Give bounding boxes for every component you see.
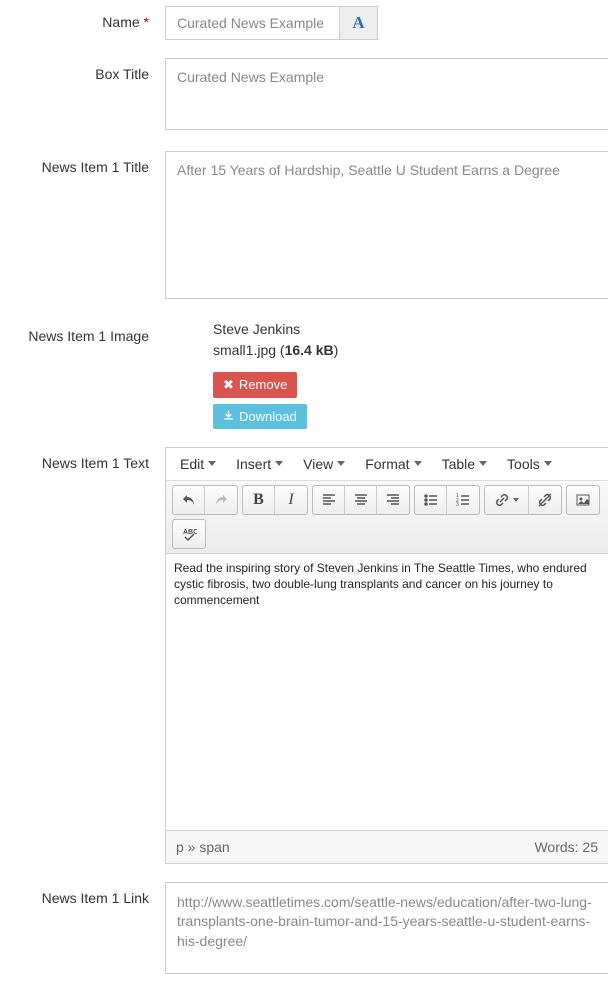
align-right-button[interactable] <box>377 486 409 514</box>
item1-text-label: News Item 1 Text <box>0 447 165 471</box>
bullet-list-button[interactable] <box>415 486 447 514</box>
svg-text:ABC: ABC <box>183 529 197 536</box>
box-title-input[interactable] <box>165 58 608 130</box>
item1-link-input[interactable] <box>165 882 608 974</box>
chevron-down-icon <box>479 461 487 466</box>
svg-text:3: 3 <box>456 502 459 508</box>
chevron-down-icon <box>337 461 345 466</box>
download-button[interactable]: Download <box>213 404 307 429</box>
spellcheck-button[interactable]: ABC <box>173 520 205 548</box>
rich-text-editor: Edit Insert View Format Table Tools B I <box>165 447 608 864</box>
editor-toolbar: B I 123 <box>166 481 608 554</box>
editor-statusbar: p » span Words: 25 <box>166 830 608 863</box>
menu-tools[interactable]: Tools <box>507 456 552 472</box>
number-list-button[interactable]: 123 <box>447 486 479 514</box>
align-left-button[interactable] <box>313 486 345 514</box>
name-input[interactable] <box>165 6 340 40</box>
bold-button[interactable]: B <box>243 486 275 514</box>
box-title-label: Box Title <box>0 58 165 82</box>
chevron-down-icon <box>208 461 216 466</box>
remove-button[interactable]: ✖Remove <box>213 372 297 398</box>
menu-table[interactable]: Table <box>442 456 487 472</box>
item1-title-input[interactable] <box>165 151 608 299</box>
image-author: Steve Jenkins <box>213 320 363 339</box>
item1-image-label: News Item 1 Image <box>0 320 165 344</box>
close-icon: ✖ <box>223 377 234 393</box>
unlink-button[interactable] <box>529 486 561 514</box>
menu-edit[interactable]: Edit <box>180 456 216 472</box>
chevron-down-icon <box>275 461 283 466</box>
italic-button[interactable]: I <box>275 486 307 514</box>
item1-link-label: News Item 1 Link <box>0 882 165 906</box>
download-icon <box>223 409 234 424</box>
editor-path: p » span <box>176 839 230 855</box>
menu-view[interactable]: View <box>303 456 345 472</box>
undo-button[interactable] <box>173 486 205 514</box>
menu-insert[interactable]: Insert <box>236 456 283 472</box>
item1-title-label: News Item 1 Title <box>0 151 165 175</box>
chevron-down-icon <box>414 461 422 466</box>
link-button[interactable] <box>485 486 529 514</box>
name-label: Name * <box>0 6 165 30</box>
menu-format[interactable]: Format <box>365 456 421 472</box>
editor-menubar: Edit Insert View Format Table Tools <box>166 448 608 481</box>
editor-content-area[interactable]: Read the inspiring story of Steven Jenki… <box>166 554 608 830</box>
redo-button[interactable] <box>205 486 237 514</box>
align-center-button[interactable] <box>345 486 377 514</box>
image-button[interactable] <box>567 486 599 514</box>
chevron-down-icon <box>513 498 519 502</box>
chevron-down-icon <box>544 461 552 466</box>
font-style-button[interactable]: A <box>340 6 378 40</box>
editor-wordcount: Words: 25 <box>534 839 598 855</box>
image-filename: small1.jpg (16.4 kB) <box>213 341 363 360</box>
